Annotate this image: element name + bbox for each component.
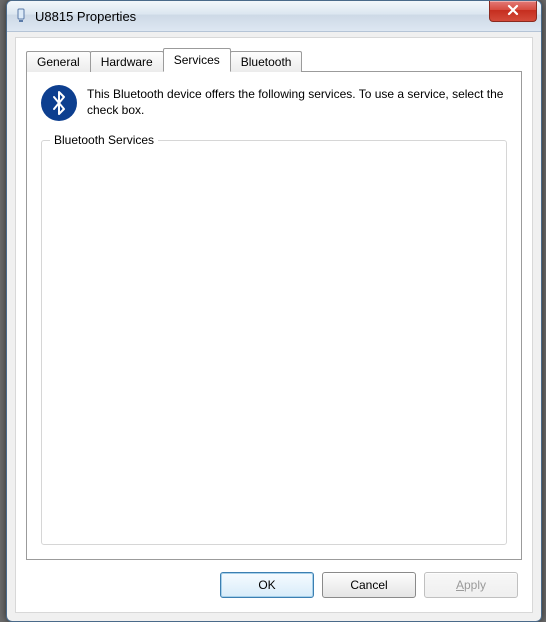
tab-label: Bluetooth — [241, 55, 292, 69]
tab-services[interactable]: Services — [163, 48, 231, 72]
tab-bluetooth[interactable]: Bluetooth — [230, 51, 303, 72]
info-row: This Bluetooth device offers the followi… — [27, 72, 521, 129]
tab-label: Hardware — [101, 55, 153, 69]
apply-button: Apply — [424, 572, 518, 598]
cancel-button[interactable]: Cancel — [322, 572, 416, 598]
app-icon — [13, 8, 29, 24]
bluetooth-icon — [41, 85, 77, 121]
button-label: Apply — [456, 578, 486, 592]
close-button[interactable] — [489, 1, 537, 22]
tab-hardware[interactable]: Hardware — [90, 51, 164, 72]
window-title: U8815 Properties — [35, 9, 136, 24]
info-text: This Bluetooth device offers the followi… — [87, 84, 507, 121]
tab-label: General — [37, 55, 80, 69]
dialog-button-row: OK Cancel Apply — [220, 572, 518, 598]
ok-button[interactable]: OK — [220, 572, 314, 598]
bluetooth-services-group: Bluetooth Services — [41, 140, 507, 545]
tab-page-services: This Bluetooth device offers the followi… — [26, 71, 522, 560]
tab-general[interactable]: General — [26, 51, 91, 72]
client-area: General Hardware Services Bluetooth This… — [15, 37, 533, 613]
close-icon — [506, 3, 520, 20]
button-label: Cancel — [350, 578, 387, 592]
fieldset-legend: Bluetooth Services — [50, 133, 158, 147]
titlebar: U8815 Properties — [7, 1, 541, 32]
tab-label: Services — [174, 53, 220, 67]
button-label: OK — [258, 578, 275, 592]
properties-dialog: U8815 Properties General Hardware Servic… — [6, 0, 542, 622]
tabstrip: General Hardware Services Bluetooth — [26, 50, 301, 72]
